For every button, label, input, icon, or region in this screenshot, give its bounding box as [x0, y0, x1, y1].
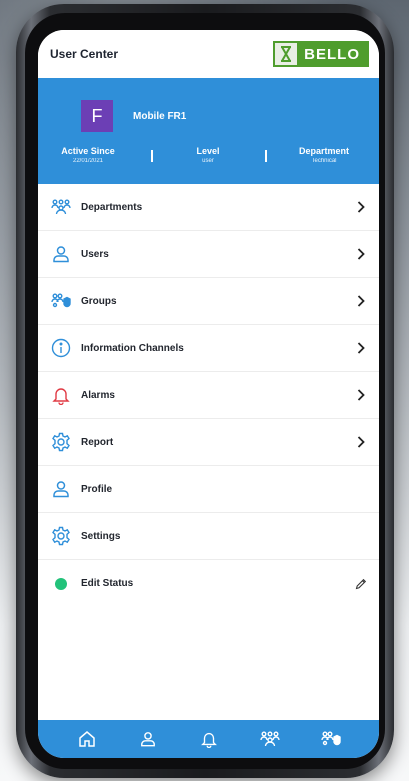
stat-department: Department Technical [282, 146, 366, 164]
menu-item-alarms[interactable]: Alarms [38, 372, 379, 419]
menu-item-settings[interactable]: Settings [38, 513, 379, 560]
groups-icon [50, 290, 72, 312]
home-icon[interactable] [73, 725, 101, 753]
departments-icon[interactable] [256, 725, 284, 753]
menu-item-information-channels[interactable]: Information Channels [38, 325, 379, 372]
user-icon [50, 243, 72, 265]
stat-value: 22/01/2021 [72, 158, 104, 164]
menu-label: Edit Status [81, 578, 134, 589]
menu-label: Alarms [81, 389, 115, 401]
menu-item-edit-status[interactable]: Edit Status [38, 560, 379, 607]
page-title: User Center [50, 47, 119, 61]
profile-header: F Mobile FR1 Active Since 22/01/2021 Lev… [38, 78, 379, 184]
pencil-icon[interactable] [355, 577, 367, 591]
stat-active-since: Active Since 22/01/2021 [52, 146, 124, 164]
stat-label: Department [298, 146, 349, 156]
menu-label: Report [81, 436, 114, 448]
user-icon [50, 478, 72, 500]
bell-icon[interactable] [195, 725, 223, 753]
stat-value: Technical [311, 158, 337, 164]
profile-name: Mobile FR1 [133, 111, 187, 122]
logo-text: BELLO [304, 45, 360, 63]
profile-stats: Active Since 22/01/2021 Level user Depar… [38, 146, 379, 174]
menu-label: Information Channels [81, 342, 184, 354]
chevron-right-icon [355, 341, 367, 355]
bello-logo: BELLO [273, 41, 369, 67]
stat-label: Level [196, 146, 220, 156]
gear-icon [50, 525, 72, 547]
app-screen: User Center BELLO F Mobile FR1 Active Si… [38, 30, 379, 758]
info-icon [50, 337, 72, 359]
menu-item-groups[interactable]: Groups [38, 278, 379, 325]
avatar[interactable]: F [81, 100, 113, 132]
chevron-right-icon [355, 435, 367, 449]
departments-icon [50, 196, 72, 218]
menu-list: Departments Users Groups Information Cha… [38, 184, 379, 607]
chevron-right-icon [355, 388, 367, 402]
menu-item-report[interactable]: Report [38, 419, 379, 466]
menu-item-departments[interactable]: Departments [38, 184, 379, 231]
gear-icon [50, 431, 72, 453]
stat-value: user [202, 158, 214, 164]
stat-divider [151, 150, 153, 162]
groups-icon[interactable] [317, 725, 345, 753]
user-icon[interactable] [134, 725, 162, 753]
menu-label: Profile [81, 483, 113, 495]
stat-level: Level user [168, 146, 248, 164]
menu-item-users[interactable]: Users [38, 231, 379, 278]
bottom-nav [38, 720, 379, 758]
status-dot-icon [50, 573, 72, 595]
menu-item-profile[interactable]: Profile [38, 466, 379, 513]
hourglass-icon [275, 43, 298, 65]
chevron-right-icon [355, 247, 367, 261]
chevron-right-icon [355, 200, 367, 214]
bell-icon [50, 384, 72, 406]
top-bar: User Center BELLO [38, 30, 379, 78]
stat-label: Active Since [61, 146, 115, 156]
menu-label: Groups [81, 295, 117, 307]
chevron-right-icon [355, 294, 367, 308]
menu-label: Settings [81, 530, 121, 542]
menu-label: Users [81, 248, 109, 260]
menu-label: Departments [81, 201, 143, 213]
stat-divider [265, 150, 267, 162]
